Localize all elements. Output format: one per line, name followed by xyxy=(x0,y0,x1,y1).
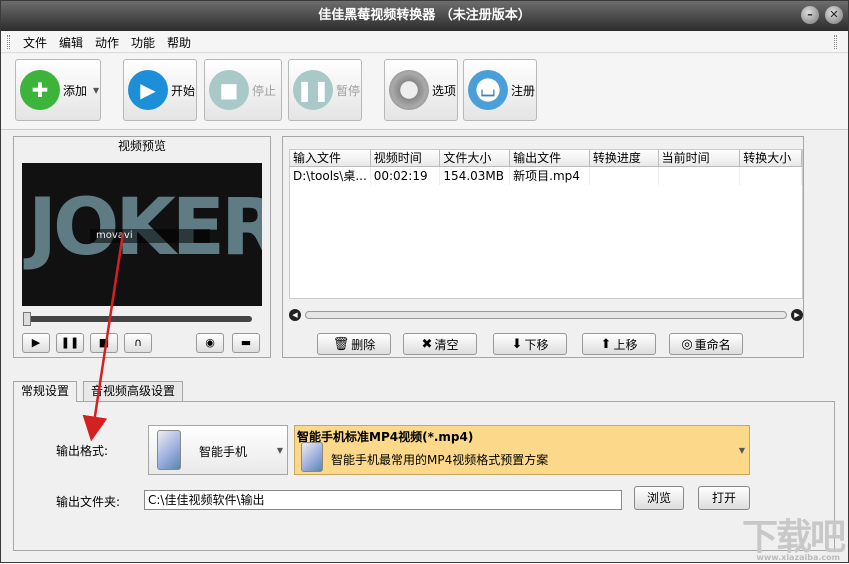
site-logo: 下载吧 www.xiazaiba.com xyxy=(741,508,846,562)
logo-url: www.xiazaiba.com xyxy=(756,553,840,562)
tab-general-settings[interactable]: 常规设置 xyxy=(13,381,78,402)
app-window: 佳佳黑莓视频转换器 （未注册版本） – ✕ 文件 编辑 动作 功能 帮助 ✚ 添… xyxy=(0,0,849,563)
annotation-arrow xyxy=(82,232,125,442)
logo-text: 下载吧 xyxy=(741,517,846,558)
